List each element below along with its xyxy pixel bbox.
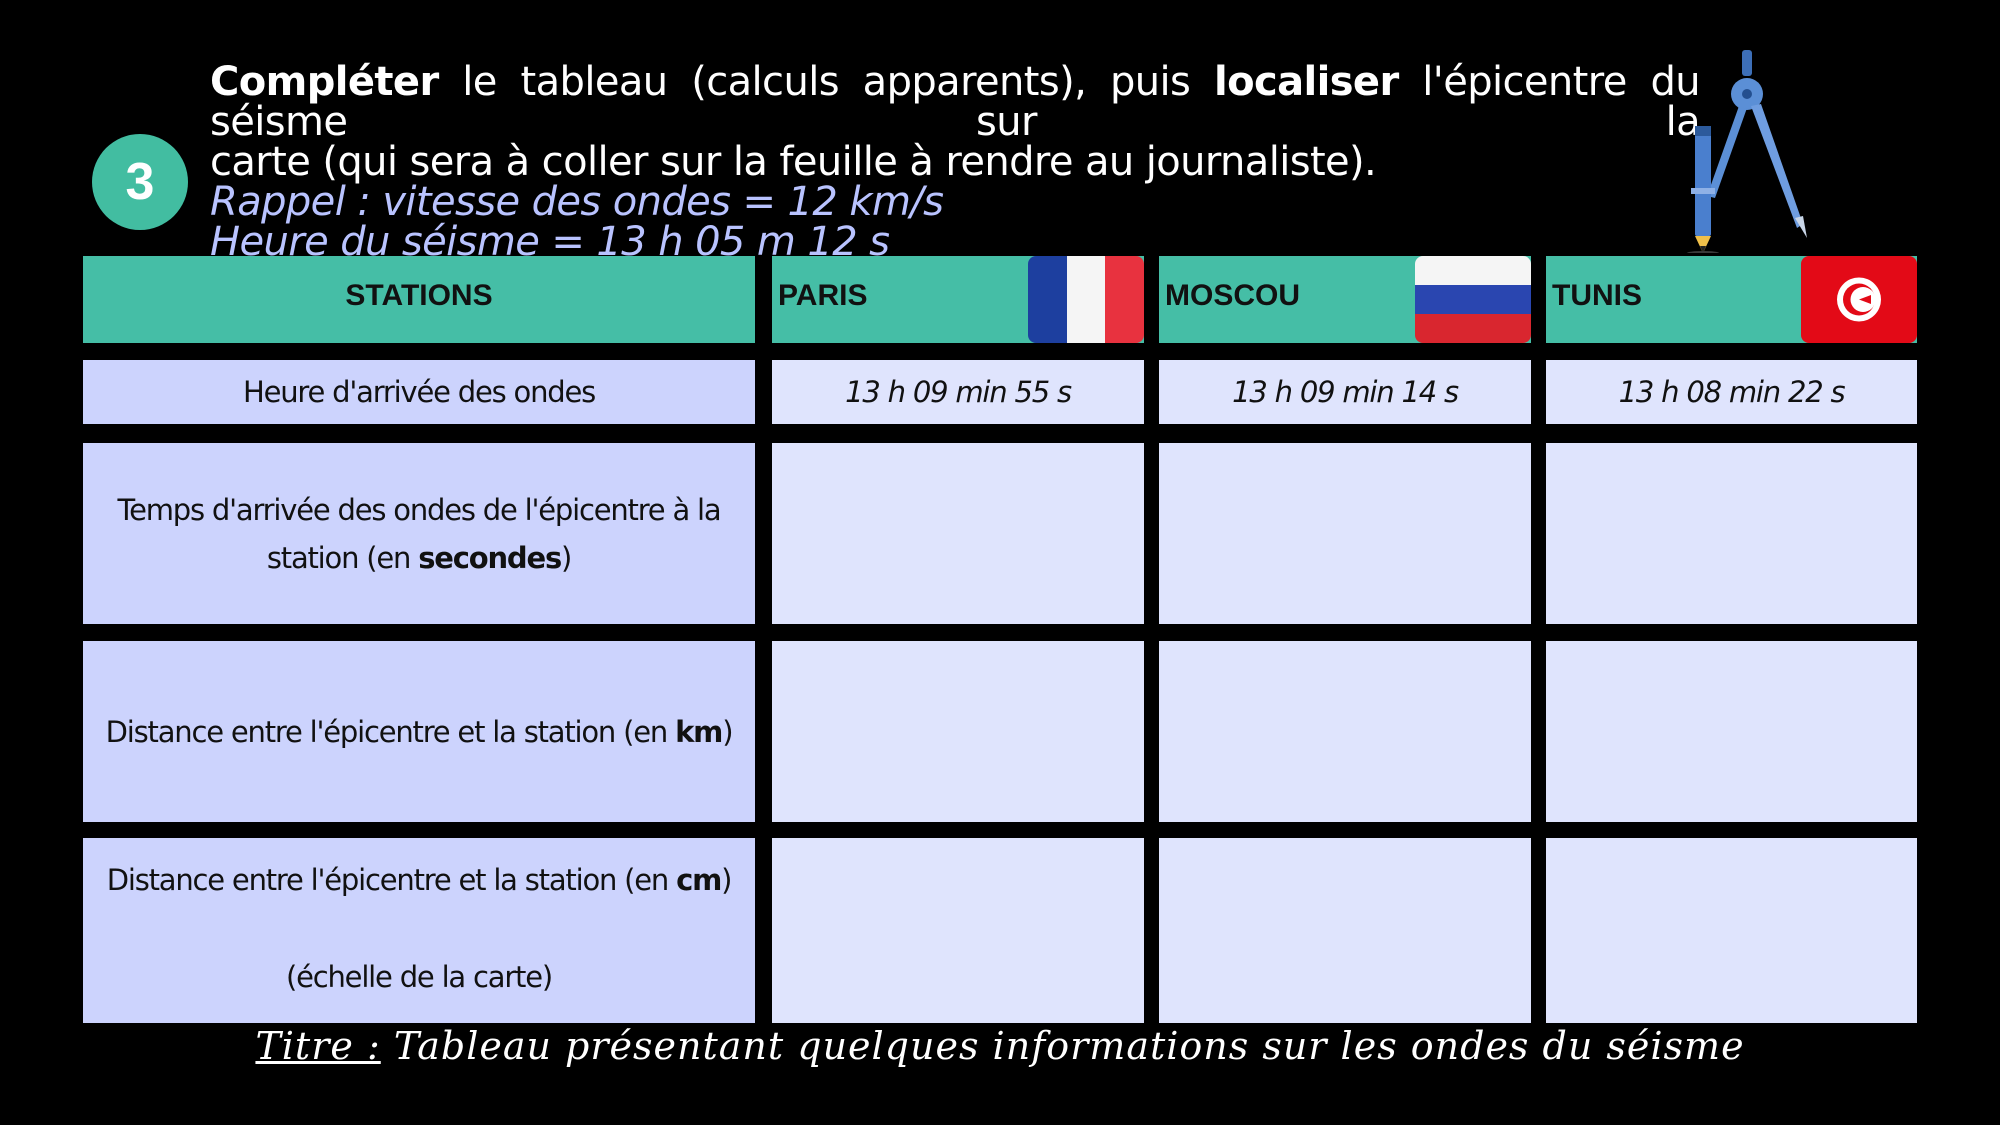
cell-arrival-moscou: 13 h 09 min 14 s: [1159, 360, 1531, 424]
caption-text: Tableau présentant quelques informations…: [380, 1024, 1745, 1068]
france-flag-icon: [1028, 256, 1144, 343]
cell-travel-tunis[interactable]: [1546, 443, 1917, 624]
step-number-badge: 3: [92, 134, 188, 230]
cell-distance-cm-paris[interactable]: [772, 838, 1144, 1023]
cell-travel-moscou[interactable]: [1159, 443, 1531, 624]
instructions: Compléter le tableau (calculs apparents)…: [210, 62, 1701, 262]
header-paris: PARIS: [772, 256, 1144, 343]
cell-distance-cm-tunis[interactable]: [1546, 838, 1917, 1023]
slide: 3 Compléter le tableau (calculs apparent…: [0, 0, 2000, 1125]
header-moscou-label: MOSCOU: [1165, 279, 1300, 312]
cell-arrival-paris: 13 h 09 min 55 s: [772, 360, 1144, 424]
cell-arrival-tunis: 13 h 08 min 22 s: [1546, 360, 1917, 424]
header-paris-label: PARIS: [778, 279, 868, 312]
row-label-distance-km: Distance entre l'épicentre et la station…: [83, 641, 755, 822]
caption-key: Titre :: [255, 1024, 381, 1068]
cell-travel-paris[interactable]: [772, 443, 1144, 624]
reminder-speed: Rappel : vitesse des ondes = 12 km/s: [210, 179, 944, 225]
distance-km-label-text: Distance entre l'épicentre et la station…: [105, 708, 734, 756]
distance-cm-label-text: Distance entre l'épicentre et la station…: [106, 856, 733, 904]
drawing-compass-icon: [1685, 48, 1815, 255]
table-caption: Titre : Tableau présentant quelques info…: [0, 1024, 2000, 1068]
distance-km-label-unit: km: [675, 714, 723, 749]
distance-km-label-b: ): [722, 714, 733, 749]
header-tunis-label: TUNIS: [1552, 279, 1642, 312]
travel-time-label-text: Temps d'arrivée des ondes de l'épicentre…: [113, 486, 725, 582]
instruction-line-1: Compléter le tableau (calculs apparents)…: [210, 62, 1701, 142]
header-moscou: MOSCOU: [1159, 256, 1531, 343]
distance-cm-label-b: ): [721, 863, 732, 897]
travel-time-label-b: ): [561, 540, 572, 575]
russia-flag-icon: [1415, 256, 1531, 343]
distance-km-label-a: Distance entre l'épicentre et la station…: [105, 714, 676, 749]
header-stations-label: STATIONS: [345, 279, 493, 312]
distance-cm-label-a: Distance entre l'épicentre et la station…: [106, 863, 677, 897]
cell-distance-km-paris[interactable]: [772, 641, 1144, 822]
header-stations: STATIONS: [83, 256, 755, 343]
tunisia-flag-icon: [1801, 256, 1917, 343]
cell-distance-cm-moscou[interactable]: [1159, 838, 1531, 1023]
cell-distance-km-tunis[interactable]: [1546, 641, 1917, 822]
row-label-arrival-time: Heure d'arrivée des ondes: [83, 360, 755, 424]
distance-cm-label-scale: (échelle de la carte): [286, 960, 553, 994]
instruction-line-2: carte (qui sera à coller sur la feuille …: [210, 139, 1377, 185]
cell-distance-km-moscou[interactable]: [1159, 641, 1531, 822]
travel-time-label-unit: secondes: [418, 540, 562, 575]
header-tunis: TUNIS: [1546, 256, 1917, 343]
distance-cm-label-unit: cm: [676, 863, 722, 897]
row-label-travel-time: Temps d'arrivée des ondes de l'épicentre…: [83, 443, 755, 624]
row-label-distance-cm: Distance entre l'épicentre et la station…: [83, 838, 755, 1023]
